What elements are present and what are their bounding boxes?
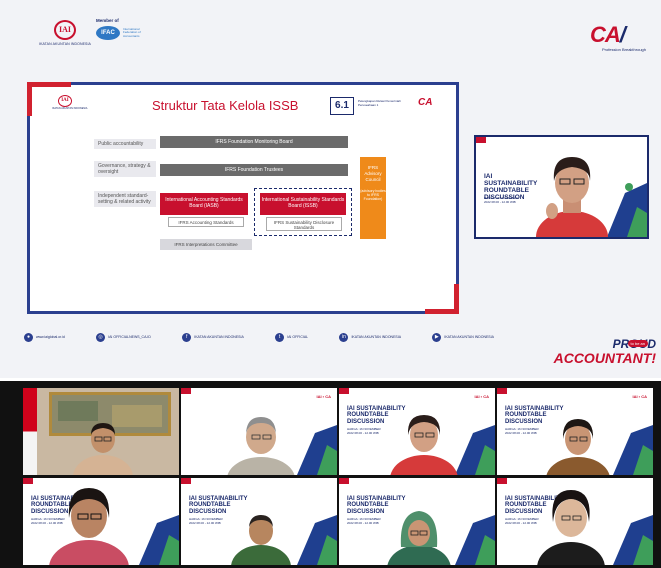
social-link[interactable]: f IKATAN AKUNTAN INDONESIA — [182, 330, 244, 344]
ca-logo: CA/ Profession Breakthrough — [590, 24, 646, 60]
member-of-label: Member of — [96, 18, 119, 23]
corner-accent — [476, 137, 486, 143]
iai-logo: IAI IKATAN AKUNTAN INDONESIA — [36, 20, 94, 58]
participant-person — [227, 417, 295, 475]
iasb-box: International Accounting Standards Board… — [160, 193, 248, 215]
participant-tile[interactable]: IAI SUSTAINABILITY ROUNDTABLE DISCUSSION… — [339, 478, 495, 565]
participant-person — [231, 515, 291, 565]
globe-icon: ● — [24, 332, 33, 342]
social-link[interactable]: ◎ IAI OFFICIALNEWS_CA.ID — [96, 330, 151, 344]
event-details: HARGA: 16 NOVEMBER 2022 08.00 - 12.00 WI… — [189, 517, 223, 525]
speaker-person — [536, 157, 608, 237]
participant-tile[interactable]: IAI ▪ CA IAI SUSTAINABILITY ROUNDTABLE D… — [497, 388, 653, 475]
slide-iai-logo: IAI IKATAN AKUNTAN INDONESIA — [52, 95, 87, 115]
ifac-mark: IFAC — [96, 26, 120, 40]
ifac-caption: International Federation of Accountants — [123, 26, 141, 38]
slide-corner-accent — [425, 284, 459, 314]
advisory-council-box: IFRS Advisory Council (advisory bodies t… — [360, 157, 386, 239]
row-label-standard-setting: Independent standard-setting & related a… — [94, 191, 156, 207]
social-link[interactable]: ▶ IKATAN AKUNTAN INDONESIA — [432, 330, 494, 344]
ca-caption: Profession Breakthrough — [601, 47, 646, 52]
proud-accountant-logo: PROUD to be an ACCOUNTANT! — [553, 338, 656, 366]
slide-number-caption: Pelengkapan Relasi Pemerintah Peruseahaa… — [358, 99, 401, 107]
ca-mark: CA/ — [590, 22, 626, 47]
participant-tile[interactable]: IAI SUSTAINABILITY ROUNDTABLE DISCUSSION… — [23, 478, 179, 565]
ifac-logo: Member of IFAC International Federation … — [96, 18, 148, 54]
ifrs-accounting-box: IFRS Accounting Standards — [168, 217, 244, 227]
slide-title: Struktur Tata Kelola ISSB — [152, 98, 299, 113]
participant-person — [49, 488, 129, 565]
speaker-video[interactable]: IAI SUSTAINABILITY ROUNDTABLE DISCUSSION… — [474, 135, 649, 239]
iai-emblem-icon: IAI — [54, 20, 76, 40]
twitter-icon: t — [275, 332, 285, 342]
trustees-bar: IFRS Foundation Trustees — [160, 164, 348, 176]
social-link[interactable]: in IKATAN AKUNTAN INDONESIA — [339, 330, 401, 344]
iai-logo-text: IKATAN AKUNTAN INDONESIA — [39, 42, 91, 46]
slide-ca-logo: CA — [418, 97, 433, 108]
participant-person — [546, 419, 610, 475]
shared-screen: IAI IKATAN AKUNTAN INDONESIA Member of I… — [0, 0, 661, 378]
participant-tile[interactable]: IAI ▪ CA IAI SUSTAINABILITY ROUNDTABLE D… — [339, 388, 495, 475]
event-details: HARGA: 16 NOVEMBER 2022 08.00 - 12.00 WI… — [484, 196, 518, 204]
event-details: HARGA: 16 NOVEMBER 2022 08.00 - 12.00 WI… — [505, 427, 539, 435]
social-links-bar: ● www.iaiglobal.or.id ◎ IAI OFFICIALNEWS_C… — [24, 330, 494, 344]
monitoring-board-bar: IFRS Foundation Monitoring Board — [160, 136, 348, 148]
slide-number-badge: 6.1 — [330, 97, 354, 115]
row-label-governance: Governance, strategy & oversight — [94, 161, 156, 177]
participant-person — [387, 511, 451, 565]
social-link[interactable]: ● www.iaiglobal.or.id — [24, 330, 65, 344]
participant-tile[interactable]: IAI SUSTAINABILITY ROUNDTABLE DISCUSSION… — [181, 478, 337, 565]
issb-box: International Sustainability Standards B… — [260, 193, 346, 215]
youtube-icon: ▶ — [432, 332, 442, 342]
interpretations-box: IFRS Interpretations Committee — [160, 239, 252, 250]
participant-person — [390, 415, 458, 475]
row-label-public-accountability: Public accountability — [94, 139, 156, 149]
participant-tile[interactable] — [23, 388, 179, 475]
event-details: HARGA: 16 NOVEMBER 2022 08.00 - 12.00 WI… — [347, 517, 381, 525]
participant-gallery: IAI ▪ CA IAI ▪ CA IAI SUSTAINABILITY ROU… — [0, 381, 661, 568]
instagram-icon: ◎ — [96, 332, 106, 342]
social-link[interactable]: t IAI OFFICIAL — [275, 330, 308, 344]
flag — [23, 388, 37, 475]
participant-person — [537, 490, 605, 565]
facebook-icon: f — [182, 332, 192, 342]
ifrs-sustainability-box: IFRS Sustainability Disclosure Standards — [266, 217, 342, 231]
iai-emblem-icon: IAI — [58, 95, 72, 107]
event-details: HARGA: 16 NOVEMBER 2022 08.00 - 12.00 WI… — [347, 427, 381, 435]
presentation-slide: IAI IKATAN AKUNTAN INDONESIA Struktur Ta… — [27, 82, 459, 314]
linkedin-icon: in — [339, 332, 349, 342]
participant-tile[interactable]: IAI SUSTAINABILITY ROUNDTABLE DISCUSSION… — [497, 478, 653, 565]
participant-person — [73, 423, 133, 475]
participant-tile[interactable]: IAI ▪ CA — [181, 388, 337, 475]
